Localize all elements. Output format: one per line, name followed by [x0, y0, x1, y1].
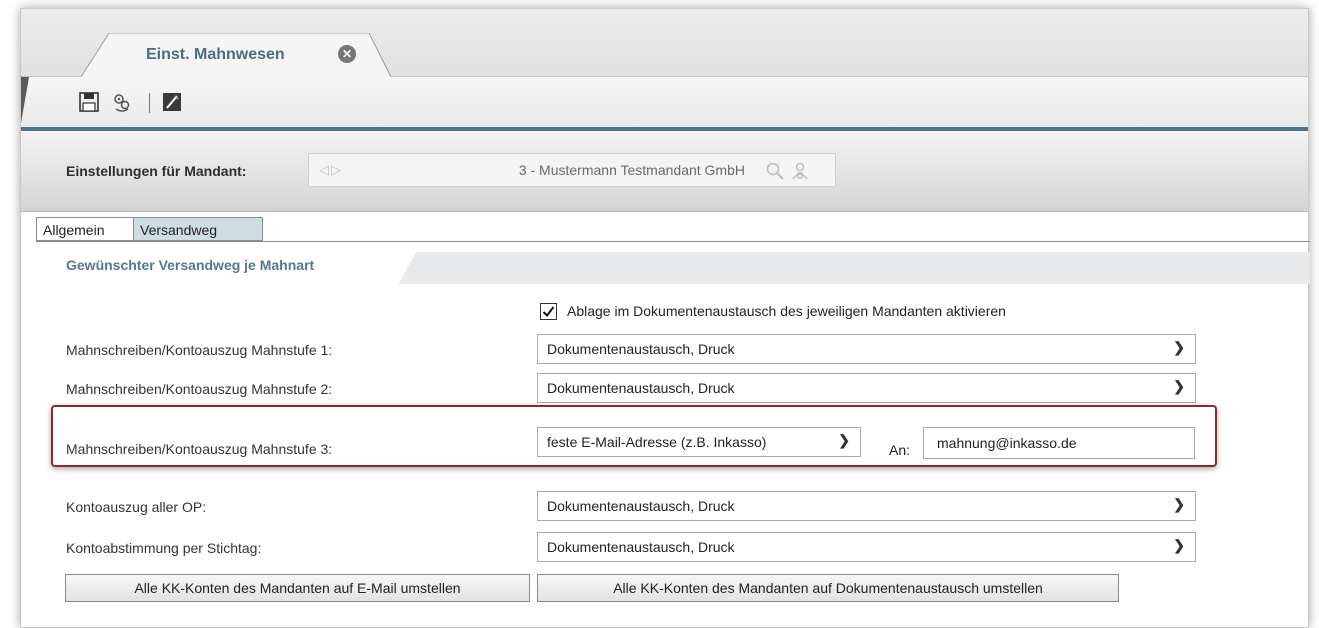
mandant-header: Einstellungen für Mandant: ◁▷ 3 - Muster… [21, 131, 1308, 212]
chevron-down-icon: ❯ [1173, 496, 1185, 512]
docexchange-all-button[interactable]: Alle KK-Konten des Mandanten auf Dokumen… [537, 574, 1119, 602]
tabs-divider [36, 241, 1310, 242]
section-title: Gewünschter Versandweg je Mahnart [66, 257, 315, 273]
settings-reset-icon[interactable] [111, 91, 133, 113]
select-value: Dokumentenaustausch, Druck [547, 539, 735, 555]
archive-checkbox[interactable] [540, 303, 557, 320]
chevron-down-icon: ❯ [1173, 378, 1185, 394]
mandant-nav-arrows[interactable]: ◁▷ [319, 162, 343, 178]
select-value: Dokumentenaustausch, Druck [547, 380, 735, 396]
search-icon[interactable] [765, 161, 785, 181]
select-value: feste E-Mail-Adresse (z.B. Inkasso) [547, 434, 767, 450]
chevron-down-icon: ❯ [1173, 537, 1185, 553]
row-label-kontoabstimmung: Kontoabstimmung per Stichtag: [66, 540, 262, 556]
mahnstufe-2-select[interactable]: Dokumentenaustausch, Druck ❯ [537, 373, 1196, 403]
mandant-label: Einstellungen für Mandant: [66, 163, 247, 179]
document-tab-label: Einst. Mahnwesen [146, 46, 285, 63]
mandant-value: 3 - Mustermann Testmandant GmbH [518, 162, 745, 178]
document-tab-strip: Einst. Mahnwesen ✕ [21, 9, 1308, 78]
mahnstufe-1-select[interactable]: Dokumentenaustausch, Druck ❯ [537, 334, 1196, 364]
email-all-button[interactable]: Alle KK-Konten des Mandanten auf E-Mail … [65, 574, 530, 602]
settings-window: Einst. Mahnwesen ✕ Einstellungen für Man… [20, 8, 1310, 628]
chevron-down-icon: ❯ [838, 432, 850, 448]
users-icon[interactable] [790, 161, 810, 181]
window-edge-accent [21, 77, 29, 123]
row-label-mahnstufe-2: Mahnschreiben/Kontoauszug Mahnstufe 2: [66, 381, 333, 397]
recipient-label: An: [889, 442, 911, 458]
select-value: Dokumentenaustausch, Druck [547, 498, 735, 514]
tab-allgemein[interactable]: Allgemein [36, 217, 134, 241]
row-label-mahnstufe-3: Mahnschreiben/Kontoauszug Mahnstufe 3: [66, 441, 333, 457]
edit-icon[interactable] [161, 91, 183, 113]
kontoabstimmung-select[interactable]: Dokumentenaustausch, Druck ❯ [537, 532, 1196, 562]
document-tab[interactable]: Einst. Mahnwesen ✕ [81, 33, 391, 78]
toolbar [21, 77, 1308, 131]
recipient-email-input[interactable] [923, 427, 1195, 459]
chevron-down-icon: ❯ [1173, 339, 1185, 355]
save-icon[interactable] [78, 91, 100, 113]
row-label-mahnstufe-1: Mahnschreiben/Kontoauszug Mahnstufe 1: [66, 342, 333, 358]
mandant-selector[interactable]: ◁▷ 3 - Mustermann Testmandant GmbH [308, 153, 836, 187]
select-value: Dokumentenaustausch, Druck [547, 341, 735, 357]
row-label-kontoauszug-op: Kontoauszug aller OP: [66, 499, 207, 515]
close-circle-icon[interactable]: ✕ [338, 45, 356, 63]
archive-checkbox-label: Ablage im Dokumentenaustausch des jeweil… [567, 303, 1006, 319]
tab-versandweg[interactable]: Versandweg [133, 217, 263, 241]
kontoauszug-op-select[interactable]: Dokumentenaustausch, Druck ❯ [537, 491, 1196, 521]
toolbar-separator [149, 93, 150, 113]
mahnstufe-3-select[interactable]: feste E-Mail-Adresse (z.B. Inkasso) ❯ [537, 427, 861, 457]
